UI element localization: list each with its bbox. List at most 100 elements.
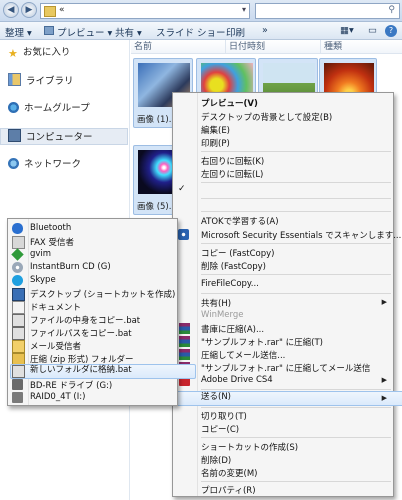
menu-separator [201,182,391,183]
menu-item-compress-rar[interactable]: "サンプルフォト.rar" に圧縮(T) [201,336,323,348]
menu-item-delete[interactable]: 削除(D) [201,454,231,466]
menu-item-properties[interactable]: プロパティ(R) [201,484,256,496]
bluetooth-icon [12,223,23,234]
command-bar: 整理 ▾ プレビュー ▾ 共有 ▾ スライド ショー 印刷 » ▦▾ ▭ ? [0,22,402,40]
sendto-gvim[interactable]: gvim [30,249,51,259]
nav-item-label: コンピューター [26,132,93,143]
sendto-mail-recipient[interactable]: メール受信者 [30,340,81,352]
address-field[interactable]: « ▾ [40,3,250,19]
sendto-documents[interactable]: ドキュメント [30,301,81,313]
menu-item-security-essentials[interactable]: Microsoft Security Essentials でスキャンします..… [201,229,401,241]
menu-item-fastcopy-delete[interactable]: 削除 (FastCopy) [201,260,266,272]
nav-item-label: ネットワーク [24,159,82,170]
documents-icon [12,301,25,314]
nav-item-libraries[interactable]: ライブラリ [8,73,74,89]
nav-item-network[interactable]: ネットワーク [8,157,81,173]
cd-icon [12,262,23,273]
desktop-icon [12,288,25,301]
back-arrow-icon[interactable]: ◀ [3,2,19,18]
preview-icon [44,26,54,35]
menu-separator [201,274,391,275]
menu-item-print[interactable]: 印刷(P) [201,137,230,149]
skype-icon [12,275,23,286]
column-header-type[interactable]: 種類 [320,40,402,54]
search-icon[interactable]: ⚲ [388,5,395,15]
menu-item-cut[interactable]: 切り取り(T) [201,410,247,422]
library-icon [8,73,21,86]
sendto-desktop[interactable]: デスクトップ (ショートカットを作成) [30,288,175,300]
menu-item-edit[interactable]: 編集(E) [201,124,230,136]
sendto-new-folder-bat[interactable]: 新しいフォルダに格納.bat [10,364,196,379]
column-header-name[interactable]: 名前 [131,40,225,54]
menu-item-firefilecopy[interactable]: FireFileCopy... [201,279,259,289]
computer-icon [8,129,21,142]
sendto-copy-path-bat[interactable]: ファイルパスをコピー.bat [30,327,132,339]
checkmark-icon: ✓ [178,184,186,194]
menu-item-compress-email[interactable]: 圧縮してメール送信... [201,349,285,361]
nav-item-favorites[interactable]: ★ お気に入り [8,45,70,61]
thumbnail-label: 画像 (5). [137,202,172,212]
nav-item-label: ライブラリ [26,76,74,87]
slideshow-button[interactable]: スライド ショー [156,25,226,39]
shield-icon [178,229,189,240]
sendto-fax[interactable]: FAX 受信者 [30,236,74,248]
nav-item-label: ホームグループ [24,103,90,114]
menu-item-fastcopy-copy[interactable]: コピー (FastCopy) [201,247,274,259]
column-header-date[interactable]: 日付時刻 [225,40,320,54]
menu-item-create-shortcut[interactable]: ショートカットの作成(S) [201,441,298,453]
address-bar: ◀ ▶ « ▾ ⚲ [0,0,402,22]
menu-separator [201,243,391,244]
menu-separator [201,407,391,408]
homegroup-icon [8,102,19,113]
menu-item-compress-archive[interactable]: 書庫に圧縮(A)... [201,323,264,335]
organize-button[interactable]: 整理 ▾ [5,25,32,39]
menu-item-send-to[interactable]: 送る(N) [175,391,402,406]
menu-item-rotate-left[interactable]: 左回りに回転(L) [201,168,263,180]
sendto-skype[interactable]: Skype [30,275,56,285]
submenu-arrow-icon: ▶ [381,298,387,306]
menu-item-compress-rar-email[interactable]: "サンプルフォト.rar" に圧縮してメール送信 [201,362,370,374]
fax-icon [12,236,25,249]
nav-item-computer[interactable]: コンピューター [8,129,93,145]
sendto-copy-contents-bat[interactable]: ファイルの中身をコピー.bat [30,314,140,326]
menu-separator [201,198,391,199]
menu-separator [201,211,391,212]
folder-icon [44,6,56,17]
share-button[interactable]: 共有 ▾ [115,25,142,39]
nav-item-homegroup[interactable]: ホームグループ [8,101,90,117]
forward-arrow-icon[interactable]: ▶ [21,2,37,18]
preview-pane-icon[interactable]: ▭ [368,25,377,36]
batch-file-icon [12,327,25,340]
help-icon[interactable]: ? [385,25,397,37]
sendto-bd-re-drive[interactable]: BD-RE ドライブ (G:) [30,379,112,391]
print-button[interactable]: 印刷 [226,25,245,39]
menu-separator [201,151,391,152]
network-icon [8,158,19,169]
sendto-instantburn[interactable]: InstantBurn CD (G) [30,262,111,272]
menu-item-rename[interactable]: 名前の変更(M) [201,467,257,479]
archive-icon [179,336,190,347]
nav-item-label: お気に入り [22,47,71,58]
preview-button[interactable]: プレビュー ▾ [57,25,112,39]
archive-icon [179,323,190,334]
menu-item-share[interactable]: 共有(H) [201,297,231,309]
submenu-arrow-icon: ▶ [381,394,387,402]
menu-separator [201,293,391,294]
menu-item-atok[interactable]: ATOKで学習する(A) [201,215,279,227]
search-input[interactable]: ⚲ [255,3,400,19]
sendto-bluetooth[interactable]: Bluetooth [30,223,71,233]
menu-item-rotate-right[interactable]: 右回りに回転(K) [201,155,264,167]
menu-item-set-desktop-background[interactable]: デスクトップの背景として設定(B) [201,111,332,123]
dropdown-arrow-icon[interactable]: ▾ [242,5,246,14]
view-options-icon[interactable]: ▦▾ [340,25,354,36]
sendto-raid-drive[interactable]: RAID0_4T (I:) [30,392,85,402]
batch-file-icon [12,314,25,327]
menu-separator [201,389,391,390]
context-menu: プレビュー(V) デスクトップの背景として設定(B) 編集(E) 印刷(P) 右… [172,92,402,497]
menu-item-copy[interactable]: コピー(C) [201,423,239,435]
menu-item-adobe-drive[interactable]: Adobe Drive CS4 [201,375,273,385]
menu-item-preview[interactable]: プレビュー(V) [201,97,258,109]
send-to-submenu: Bluetooth FAX 受信者 gvim InstantBurn CD (G… [7,218,196,406]
drive-icon [12,379,23,390]
more-button[interactable]: » [262,25,268,36]
